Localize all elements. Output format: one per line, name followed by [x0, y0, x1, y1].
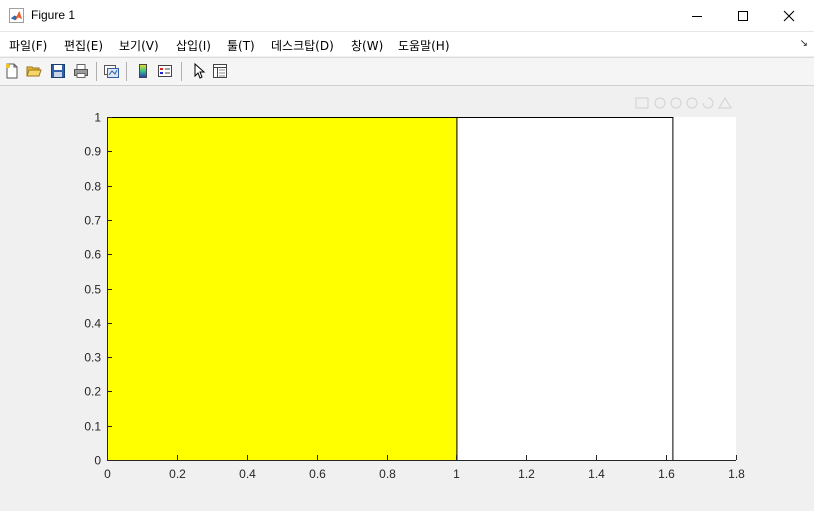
- x-tick-label: 1.6: [658, 467, 675, 481]
- y-tick-label: 0.1: [84, 420, 101, 434]
- y-tick-label: 0.7: [84, 214, 101, 228]
- new-figure-icon: [5, 63, 18, 79]
- close-button[interactable]: [766, 0, 812, 31]
- edit-plot-button[interactable]: [188, 61, 208, 81]
- new-figure-button[interactable]: [2, 61, 22, 81]
- toolbar-separator: [126, 62, 127, 81]
- save-icon: [51, 64, 65, 78]
- zoom-out-icon: [686, 97, 698, 109]
- edit-plot-cursor-icon: [194, 63, 206, 79]
- menu-insert[interactable]: 삽입(I): [176, 37, 211, 54]
- rotate-icon: [702, 97, 714, 109]
- open-file-button[interactable]: [24, 61, 44, 81]
- x-tick-label: 0.2: [169, 467, 186, 481]
- y-tick-label: 0: [94, 454, 101, 468]
- chart-plot[interactable]: 0 0.2 0.4 0.6 0.8 1 1.2 1.4 1.6 1.8 0 0.1 0.2 0.3 0.4 0…: [0, 86, 814, 507]
- menu-window[interactable]: 창(W): [351, 37, 383, 54]
- link-plot-button[interactable]: [101, 61, 121, 81]
- link-plot-icon: [104, 65, 119, 78]
- zoom-in-icon: [670, 97, 682, 109]
- menu-edit[interactable]: 편집(E): [64, 37, 103, 54]
- close-icon: [783, 10, 795, 21]
- open-file-icon: [26, 66, 42, 77]
- y-tick-label: 0.6: [84, 248, 101, 262]
- print-button[interactable]: [71, 61, 91, 81]
- title-bar: Figure 1: [0, 0, 814, 32]
- toolbar-separator: [181, 62, 182, 81]
- matlab-logo-icon: [9, 8, 24, 23]
- x-tick-label: 1.2: [518, 467, 535, 481]
- property-inspector-button[interactable]: [210, 61, 230, 81]
- x-tick-label: 1: [453, 467, 460, 481]
- data-rect-0[interactable]: [107, 117, 458, 461]
- dock-arrow-icon[interactable]: ↘: [800, 38, 808, 49]
- y-tick-label: 0.9: [84, 145, 101, 159]
- insert-colorbar-button[interactable]: [133, 61, 153, 81]
- y-tick-label: 0.4: [84, 317, 101, 331]
- window-title: Figure 1: [31, 8, 76, 22]
- insert-colorbar-icon: [139, 64, 147, 78]
- menu-help[interactable]: 도움말(H): [398, 37, 450, 54]
- y-tick-label: 0.8: [84, 180, 101, 194]
- export-icon: [635, 97, 649, 109]
- property-inspector-icon: [213, 64, 227, 78]
- x-tick-label: 0.8: [379, 467, 396, 481]
- x-tick-label: 1.8: [728, 467, 745, 481]
- menu-tools[interactable]: 툴(T): [227, 37, 255, 54]
- minimize-icon: [692, 15, 702, 17]
- print-icon: [74, 64, 88, 78]
- x-tick-label: 0.6: [309, 467, 326, 481]
- insert-legend-icon: [158, 65, 172, 77]
- x-tick-label: 1.4: [588, 467, 605, 481]
- minimize-button[interactable]: [674, 0, 720, 31]
- maximize-button[interactable]: [720, 0, 766, 31]
- y-tick-label: 0.2: [84, 385, 101, 399]
- save-button[interactable]: [48, 61, 68, 81]
- data-rect-1[interactable]: [456, 117, 674, 461]
- y-tick-label: 0.5: [84, 283, 101, 297]
- y-tick-label: 1: [94, 111, 101, 125]
- home-icon: [718, 97, 732, 109]
- toolbar: [0, 57, 814, 86]
- x-tick-label: 0: [104, 467, 111, 481]
- menu-view[interactable]: 보기(V): [119, 37, 159, 54]
- insert-legend-button[interactable]: [155, 61, 175, 81]
- pan-icon: [654, 97, 666, 109]
- menu-bar: 파일(F) 편집(E) 보기(V) 삽입(I) 툴(T) 데스크탑(D) 창(W…: [0, 32, 814, 56]
- figure-area: 0 0.2 0.4 0.6 0.8 1 1.2 1.4 1.6 1.8 0 0.1 0.2 0.3 0.4 0…: [0, 86, 814, 507]
- menu-desktop[interactable]: 데스크탑(D): [271, 37, 334, 54]
- x-tick-label: 0.4: [239, 467, 256, 481]
- menu-file[interactable]: 파일(F): [9, 37, 47, 54]
- y-tick-label: 0.3: [84, 351, 101, 365]
- toolbar-separator: [96, 62, 97, 81]
- axes-toolbar[interactable]: [635, 97, 732, 109]
- maximize-icon: [738, 10, 748, 21]
